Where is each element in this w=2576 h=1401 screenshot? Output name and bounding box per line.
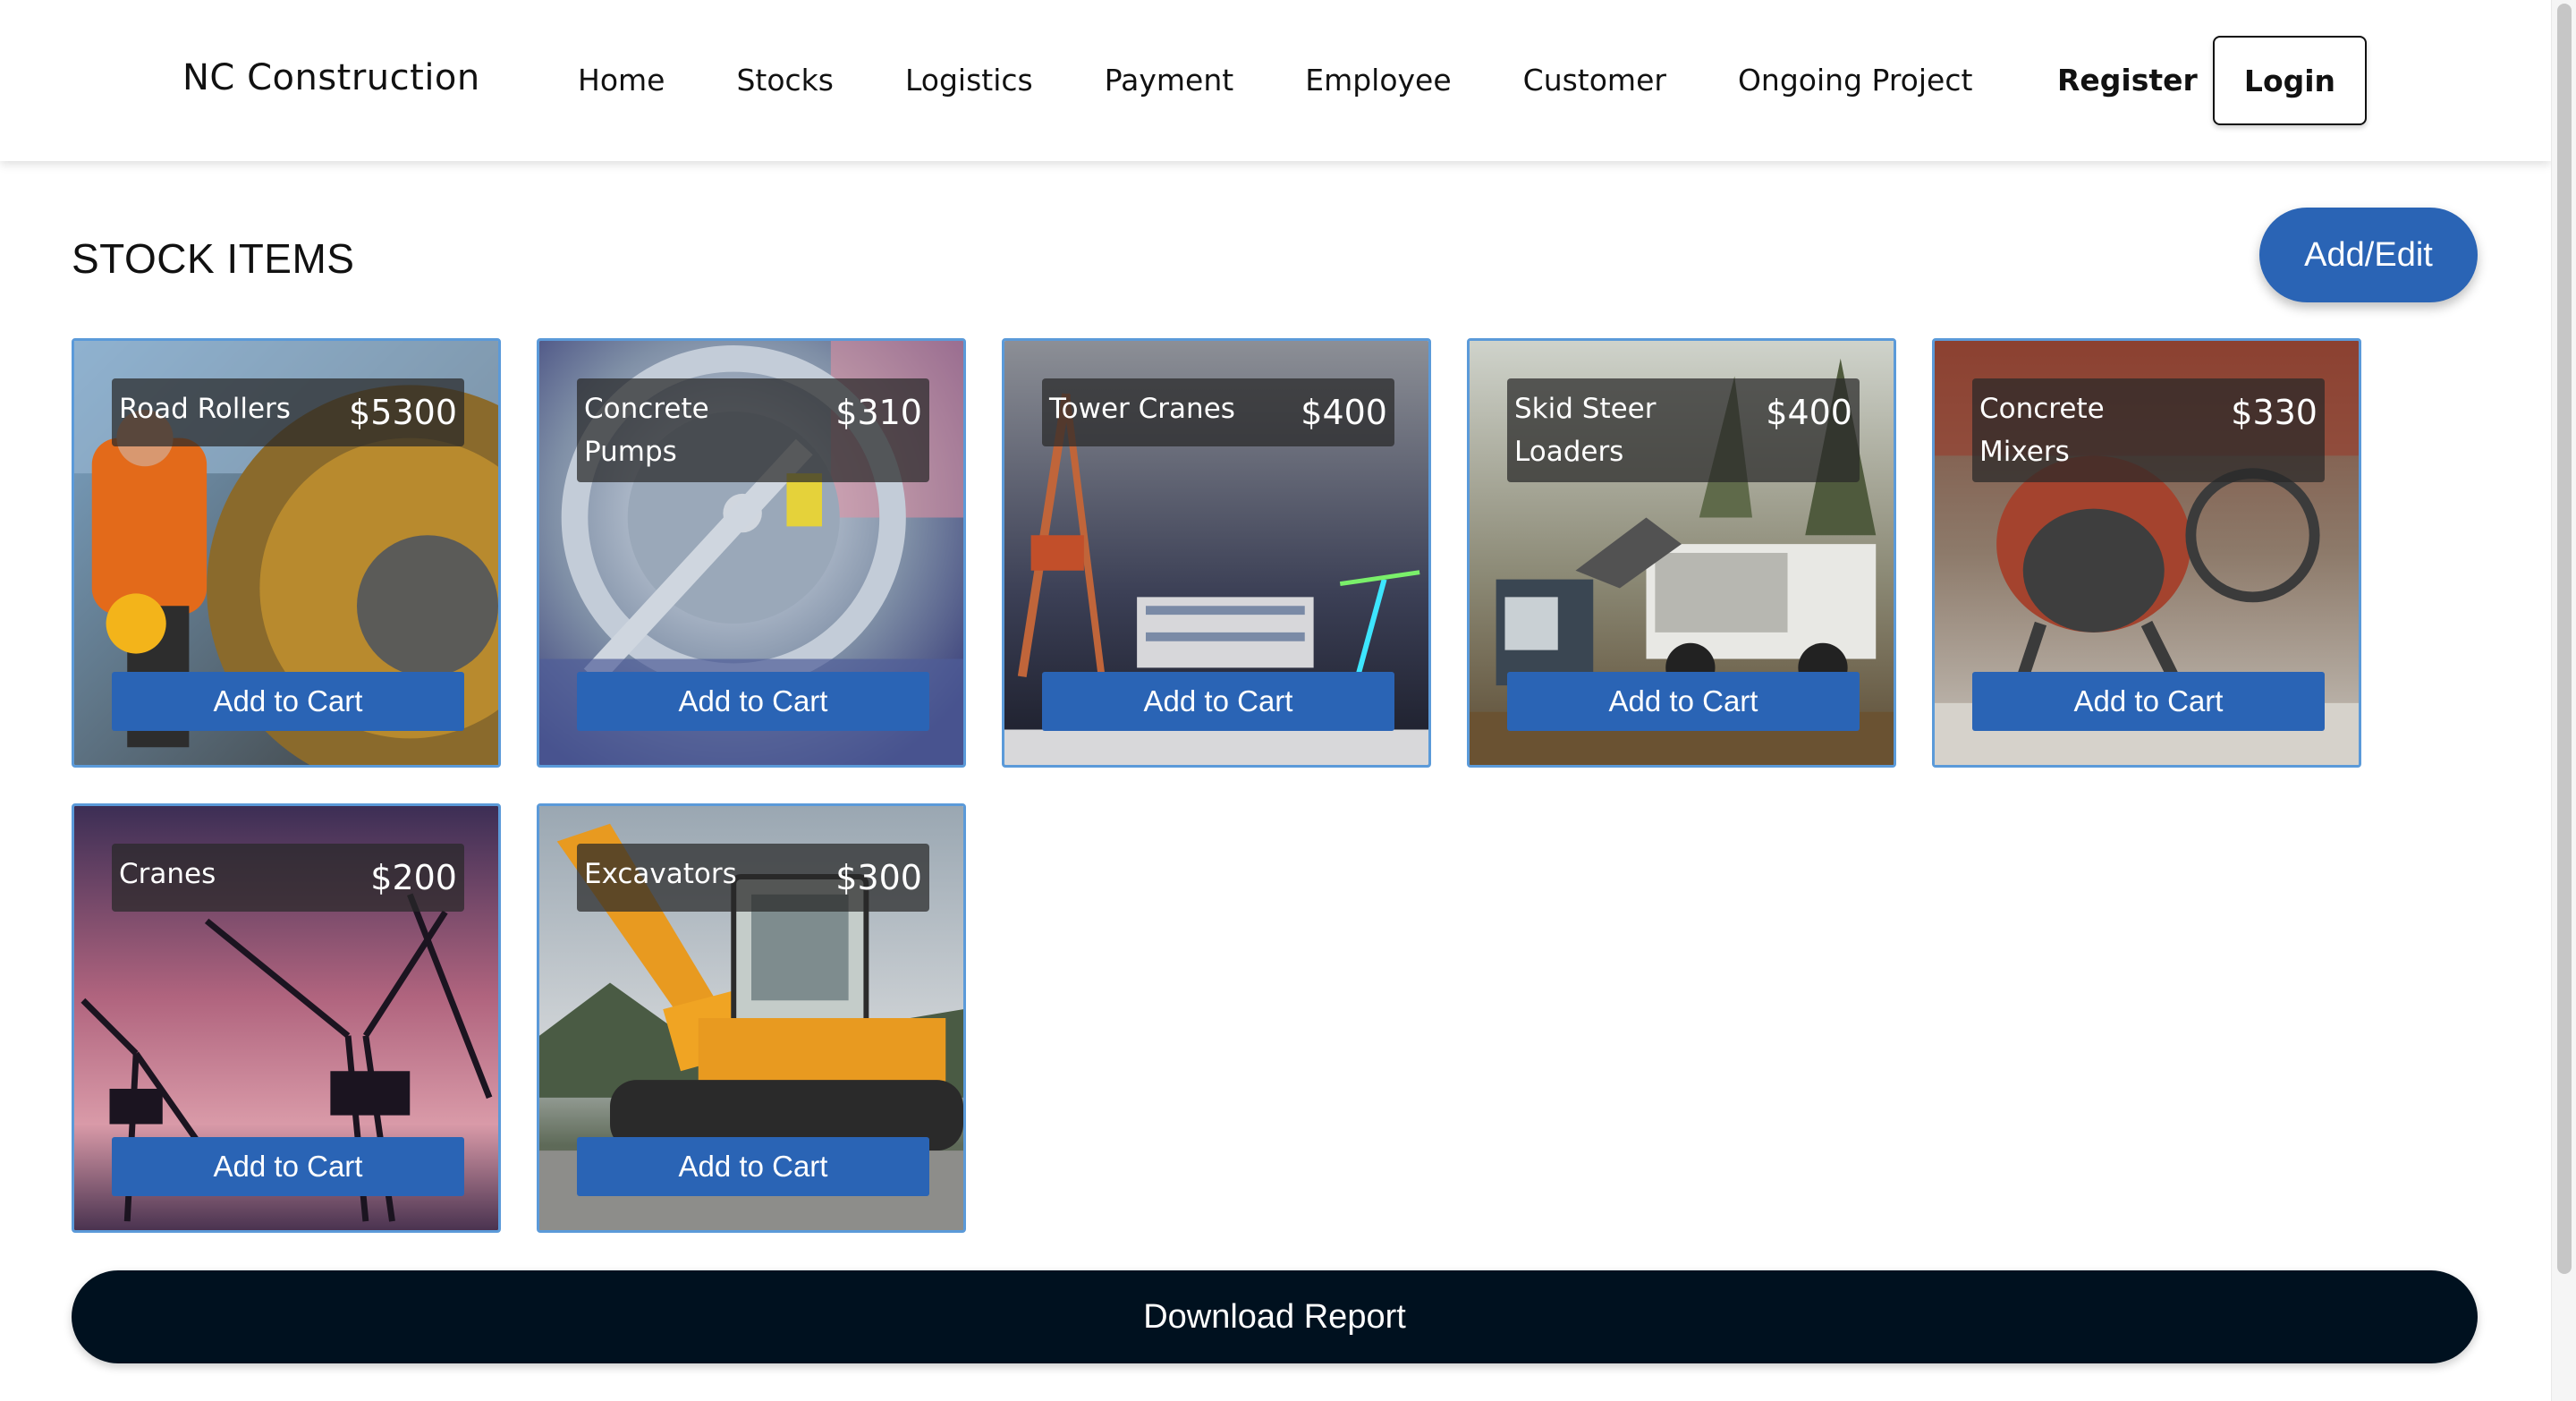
item-name: Tower Cranes: [1049, 393, 1235, 425]
stock-card-skid-steer-loaders: Skid Steer Loaders $400 Add to Cart: [1467, 338, 1896, 768]
register-link[interactable]: Register: [2057, 63, 2198, 98]
add-to-cart-button[interactable]: Add to Cart: [577, 672, 929, 731]
add-to-cart-button[interactable]: Add to Cart: [1042, 672, 1394, 731]
nav-stocks[interactable]: Stocks: [736, 63, 834, 98]
navbar: NC Construction Home Stocks Logistics Pa…: [0, 0, 2551, 161]
download-report-button[interactable]: Download Report: [72, 1270, 2478, 1363]
card-info: Tower Cranes $400: [1042, 378, 1394, 446]
nav-ongoing-project[interactable]: Ongoing Project: [1738, 63, 1972, 98]
add-to-cart-button[interactable]: Add to Cart: [577, 1137, 929, 1196]
add-to-cart-button[interactable]: Add to Cart: [112, 1137, 464, 1196]
stock-card-road-rollers: Road Rollers $5300 Add to Cart: [72, 338, 501, 768]
stock-card-concrete-mixers: Concrete Mixers $330 Add to Cart: [1932, 338, 2361, 768]
add-to-cart-button[interactable]: Add to Cart: [1972, 672, 2325, 731]
item-name: Cranes: [119, 858, 216, 890]
stock-card-concrete-pumps: Concrete Pumps $310 Add to Cart: [537, 338, 966, 768]
card-info: Concrete Pumps $310: [577, 378, 929, 482]
add-to-cart-button[interactable]: Add to Cart: [1507, 672, 1860, 731]
card-info: Road Rollers $5300: [112, 378, 464, 446]
login-button[interactable]: Login: [2213, 36, 2367, 125]
stock-card-cranes: Cranes $200 Add to Cart: [72, 803, 501, 1233]
item-price: $300: [835, 858, 922, 897]
item-name: Concrete Mixers: [1979, 393, 2105, 468]
nav-customer[interactable]: Customer: [1523, 63, 1666, 98]
stock-card-excavators: Excavators $300 Add to Cart: [537, 803, 966, 1233]
nav-employee[interactable]: Employee: [1305, 63, 1451, 98]
item-price: $200: [370, 858, 457, 897]
add-to-cart-button[interactable]: Add to Cart: [112, 672, 464, 731]
item-name: Concrete Pumps: [584, 393, 709, 468]
nav-payment[interactable]: Payment: [1105, 63, 1233, 98]
card-info: Skid Steer Loaders $400: [1507, 378, 1860, 482]
item-price: $400: [1301, 393, 1387, 432]
card-info: Cranes $200: [112, 844, 464, 912]
item-price: $310: [835, 393, 922, 432]
main-nav: Home Stocks Logistics Payment Employee C…: [578, 63, 2044, 98]
stock-card-tower-cranes: Tower Cranes $400 Add to Cart: [1002, 338, 1431, 768]
brand-logo[interactable]: NC Construction: [182, 57, 480, 98]
page-scrollbar[interactable]: [2551, 0, 2576, 1401]
item-name: Excavators: [584, 858, 737, 890]
item-price: $330: [2231, 393, 2318, 432]
card-info: Excavators $300: [577, 844, 929, 912]
card-info: Concrete Mixers $330: [1972, 378, 2325, 482]
add-edit-button[interactable]: Add/Edit: [2259, 208, 2478, 302]
item-price: $400: [1766, 393, 1852, 432]
stock-grid: Road Rollers $5300 Add to Cart Concrete …: [72, 338, 2487, 1233]
item-name: Road Rollers: [119, 393, 291, 425]
scroll-thumb[interactable]: [2557, 4, 2572, 1274]
item-name: Skid Steer Loaders: [1514, 393, 1657, 468]
nav-home[interactable]: Home: [578, 63, 665, 98]
item-price: $5300: [349, 393, 457, 432]
nav-logistics[interactable]: Logistics: [905, 63, 1033, 98]
page-title: STOCK ITEMS: [72, 235, 355, 282]
